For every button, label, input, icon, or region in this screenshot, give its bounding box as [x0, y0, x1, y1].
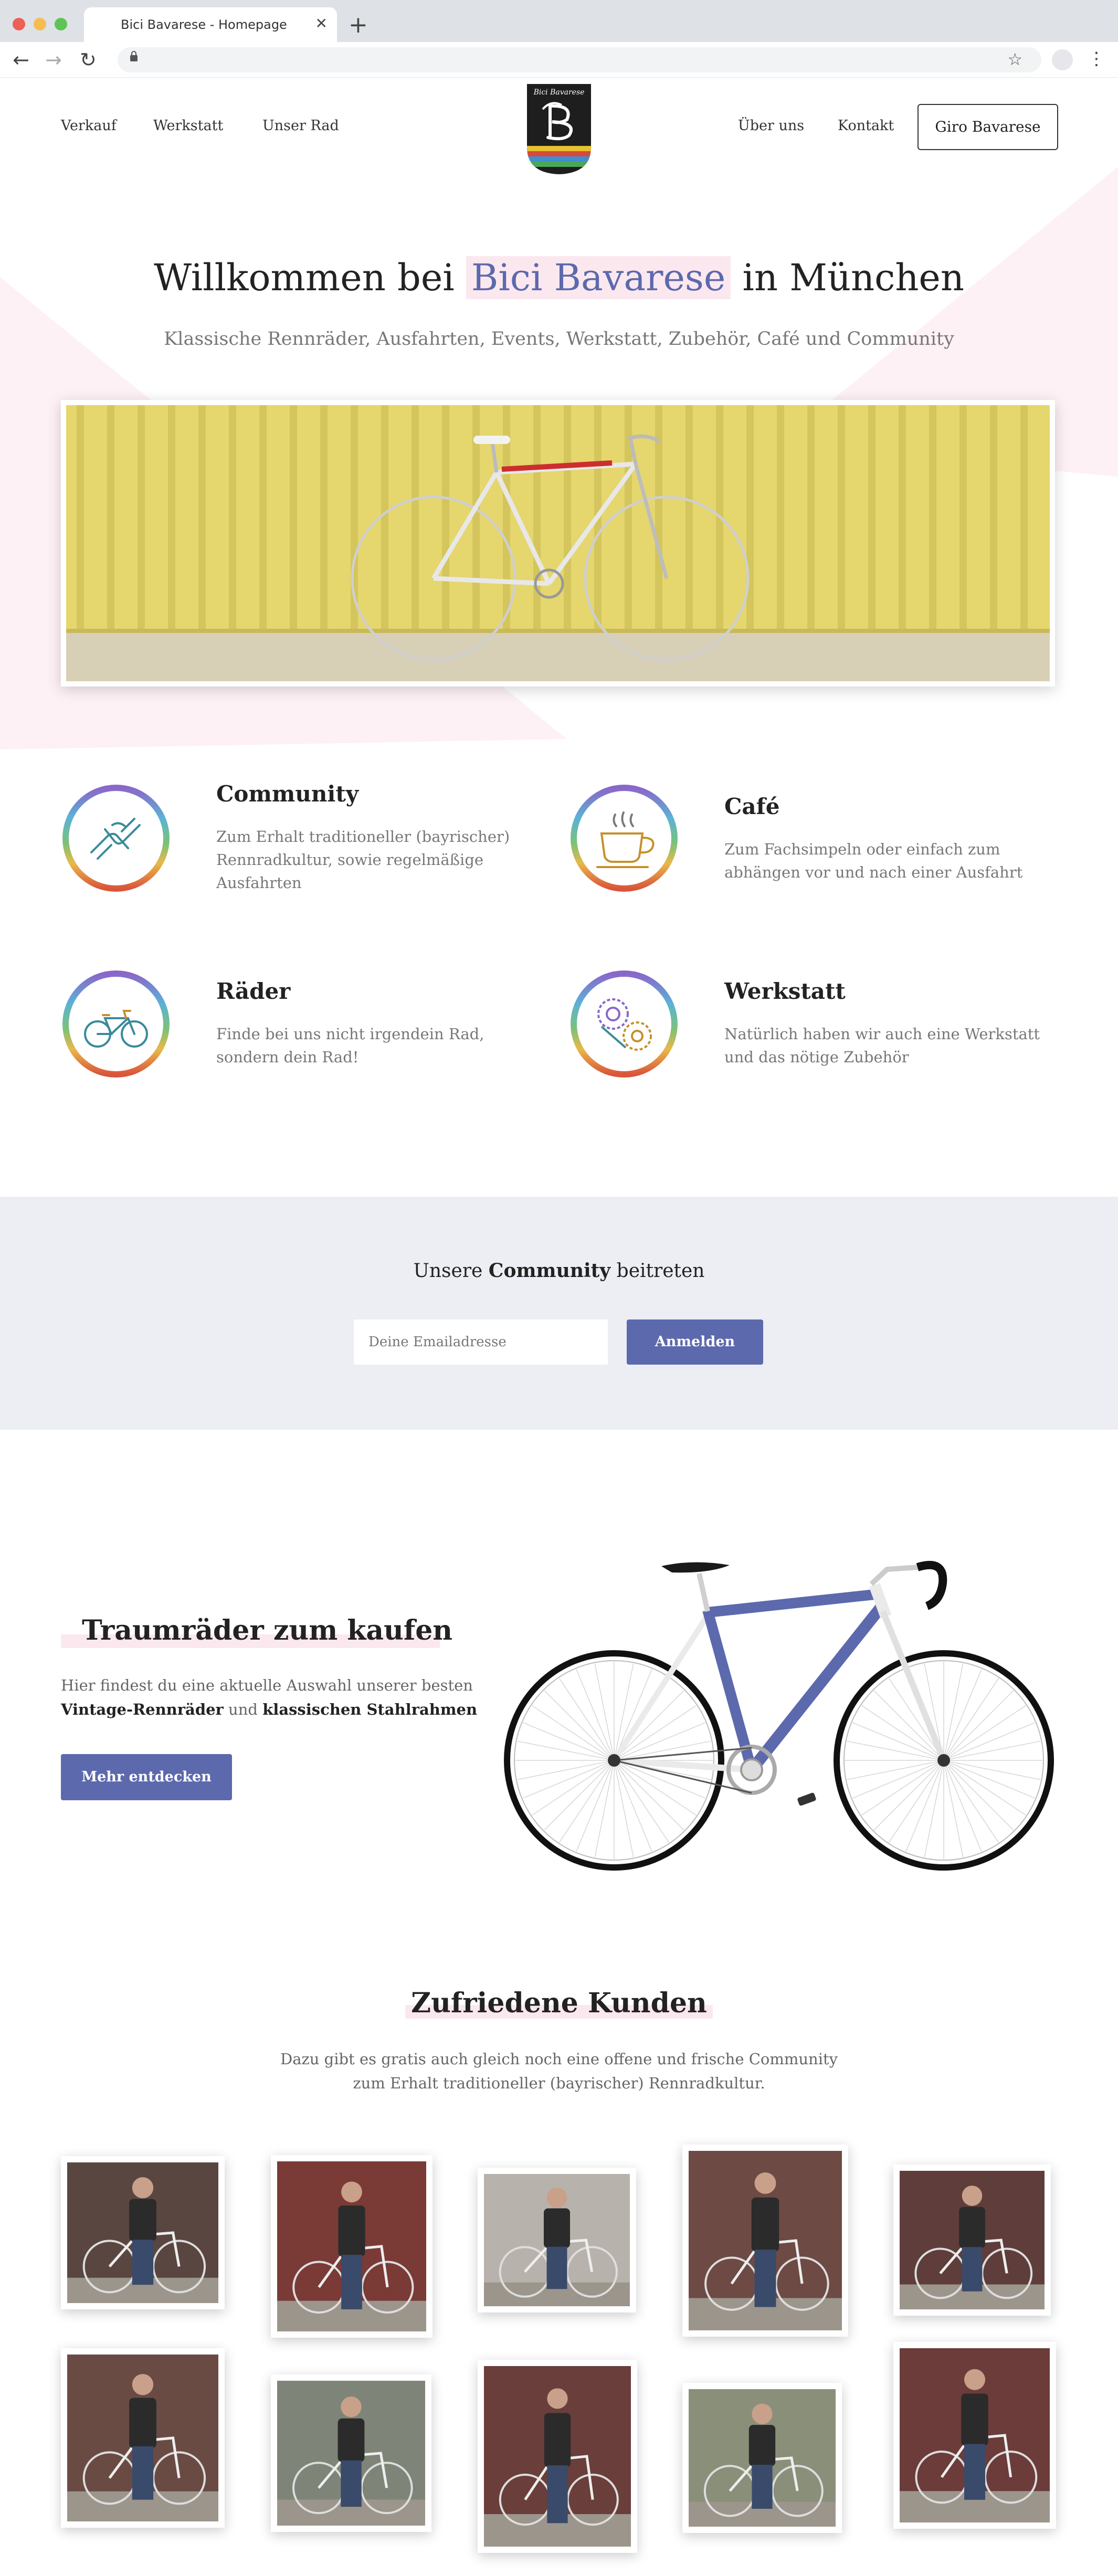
hero-subtitle: Klassische Rennräder, Ausfahrten, Events…	[164, 329, 954, 350]
nav-link-unser-rad[interactable]: Unser Rad	[262, 118, 339, 134]
new-tab-icon[interactable]: +	[349, 9, 368, 41]
feature-text-raeder: Finde bei uns nicht irgendein Rad, sonde…	[216, 1025, 484, 1066]
bici-bavarese-logo[interactable]: Bici Bavarese	[525, 79, 593, 175]
email-input[interactable]	[354, 1319, 608, 1365]
newsletter-title: Unsere Community beitreten	[0, 1260, 1118, 1282]
close-window-button[interactable]	[13, 18, 25, 30]
feature-text-community: Zum Erhalt traditioneller (bayrischer) R…	[216, 828, 510, 892]
traumraeder-text-mid: und	[223, 1701, 263, 1718]
hero-title: Willkommen bei Bici Bavarese in München	[0, 256, 1118, 299]
hero-title-pre: Willkommen bei	[154, 256, 466, 299]
tab-title: Bici Bavarese - Homepage	[121, 17, 287, 32]
hero-title-brand: Bici Bavarese	[466, 256, 731, 299]
newsletter-title-bold: Community	[488, 1260, 611, 1282]
traumraeder-bold-stahlrahmen: klassischen Stahlrahmen	[262, 1701, 478, 1718]
customer-photo	[478, 2360, 637, 2553]
reload-icon[interactable]: ↻	[80, 45, 97, 75]
kunden-text: Dazu gibt es gratis auch gleich noch ein…	[0, 2047, 1118, 2095]
customer-photo	[61, 2348, 225, 2528]
hero-photo	[61, 400, 1055, 687]
featured-bike-illustration	[504, 1560, 1054, 1871]
forward-icon[interactable]: →	[45, 45, 62, 75]
customer-photo	[682, 2383, 842, 2533]
kunden-title: Zufriedene Kunden	[411, 1987, 707, 2019]
bookmark-star-icon[interactable]: ☆	[1007, 49, 1022, 69]
feature-text-cafe: Zum Fachsimpeln oder einfach zum abhänge…	[724, 840, 1023, 881]
customer-photo	[478, 2168, 636, 2313]
cafe-feature-icon	[571, 785, 678, 892]
giro-bavarese-button[interactable]: Giro Bavarese	[917, 104, 1058, 150]
newsletter-title-pre: Unsere	[413, 1260, 489, 1282]
nav-link-ueber-uns[interactable]: Über uns	[738, 118, 804, 134]
customer-photo	[271, 2374, 431, 2532]
hero-title-post: in München	[731, 256, 964, 299]
back-icon[interactable]: ←	[13, 45, 29, 75]
close-tab-icon[interactable]: ✕	[315, 15, 328, 32]
traumraeder-text-pre: Hier findest du eine aktuelle Auswahl un…	[61, 1676, 473, 1694]
nav-link-werkstatt[interactable]: Werkstatt	[153, 118, 223, 134]
customer-photo	[271, 2155, 433, 2338]
newsletter-title-post: beitreten	[610, 1260, 705, 1282]
address-bar[interactable]: ☆	[118, 47, 1041, 72]
raeder-feature-icon	[62, 970, 170, 1078]
traumraeder-text: Hier findest du eine aktuelle Auswahl un…	[61, 1673, 481, 1722]
minimize-window-button[interactable]	[34, 18, 46, 30]
kunden-text-line1: Dazu gibt es gratis auch gleich noch ein…	[280, 2050, 838, 2068]
browser-tab-strip: Bici Bavarese - Homepage ✕ +	[0, 0, 1118, 42]
logo-text: Bici Bavarese	[533, 88, 585, 97]
subscribe-button[interactable]: Anmelden	[627, 1319, 763, 1365]
maximize-window-button[interactable]	[55, 18, 67, 30]
feature-title-cafe: Café	[724, 794, 780, 819]
nav-link-verkauf[interactable]: Verkauf	[61, 118, 117, 134]
newsletter-section: Unsere Community beitreten Anmelden	[0, 1197, 1118, 1430]
traumraeder-title: Traumräder zum kaufen	[82, 1614, 453, 1646]
werkstatt-feature-icon	[571, 970, 678, 1078]
feature-title-community: Community	[216, 781, 359, 807]
browser-toolbar: ← → ↻ ☆ ⋮	[0, 42, 1118, 78]
feature-title-raeder: Räder	[216, 978, 291, 1004]
profile-avatar[interactable]	[1052, 49, 1073, 70]
customer-photo	[61, 2156, 225, 2309]
browser-menu-icon[interactable]: ⋮	[1088, 47, 1105, 70]
traumraeder-bold-vintage: Vintage-Rennräder	[61, 1701, 224, 1718]
customer-photo	[682, 2145, 848, 2337]
nav-link-kontakt[interactable]: Kontakt	[838, 118, 894, 134]
browser-tab[interactable]: Bici Bavarese - Homepage ✕	[84, 7, 337, 42]
feature-title-werkstatt: Werkstatt	[724, 978, 846, 1004]
kunden-text-line2: zum Erhalt traditioneller (bayrischer) R…	[353, 2074, 765, 2092]
hero-bike-image	[66, 405, 1050, 681]
customer-photo	[893, 2165, 1051, 2316]
feature-text-werkstatt: Natürlich haben wir auch eine Werkstatt …	[724, 1025, 1040, 1066]
lock-icon	[130, 51, 138, 61]
customer-photo	[893, 2342, 1056, 2529]
mehr-entdecken-button[interactable]: Mehr entdecken	[61, 1754, 232, 1800]
community-feature-icon	[62, 785, 170, 892]
